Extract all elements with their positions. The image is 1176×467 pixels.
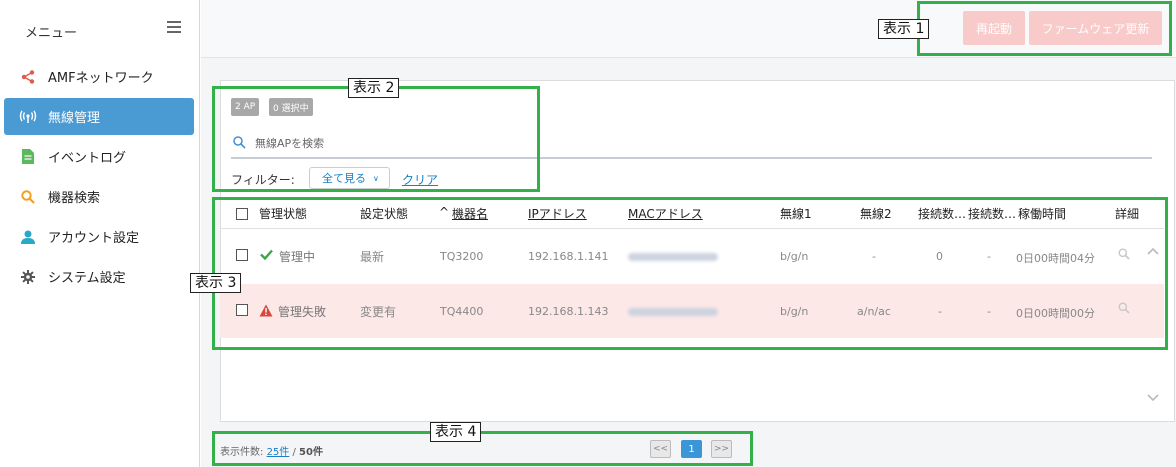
sidebar-item-label: イベントログ (48, 151, 127, 166)
menu-title: メニュー (25, 26, 78, 41)
sidebar-item-amf-network[interactable]: AMFネットワーク (4, 58, 194, 95)
user-icon (18, 230, 38, 244)
sidebar-item-label: 無線管理 (48, 111, 101, 126)
sidebar-item-label: 機器検索 (48, 191, 101, 206)
menu-header: メニュー (0, 0, 200, 58)
sidebar-item-label: システム設定 (48, 271, 126, 286)
sidebar-item-account-settings[interactable]: アカウント設定 (4, 218, 194, 255)
share-icon (18, 69, 38, 84)
search-icon (18, 189, 38, 204)
annotation-box-4 (212, 431, 753, 466)
document-icon (18, 149, 38, 164)
annotation-box-1 (917, 1, 1172, 56)
sidebar-item-event-log[interactable]: イベントログ (4, 138, 194, 175)
sidebar-item-system-settings[interactable]: システム設定 (4, 258, 194, 295)
gear-icon (18, 269, 38, 284)
annotation-label-2: 表示 2 (348, 78, 400, 98)
annotation-label-1: 表示 1 (878, 19, 930, 39)
wireless-icon (18, 109, 38, 124)
sidebar-item-device-search[interactable]: 機器検索 (4, 178, 194, 215)
hamburger-menu-icon[interactable] (167, 21, 181, 34)
annotation-label-4: 表示 4 (430, 422, 482, 442)
annotation-box-3 (212, 197, 1168, 350)
scroll-down-icon[interactable] (1146, 392, 1160, 406)
annotation-label-3: 表示 3 (190, 273, 242, 293)
sidebar: メニュー AMFネットワーク 無線管理 イベントログ 機器検索 アカウント設定 (0, 0, 200, 467)
sidebar-item-wireless[interactable]: 無線管理 (4, 98, 194, 135)
sidebar-item-label: AMFネットワーク (48, 71, 154, 86)
annotation-box-2 (212, 86, 540, 192)
sidebar-item-label: アカウント設定 (48, 231, 140, 246)
